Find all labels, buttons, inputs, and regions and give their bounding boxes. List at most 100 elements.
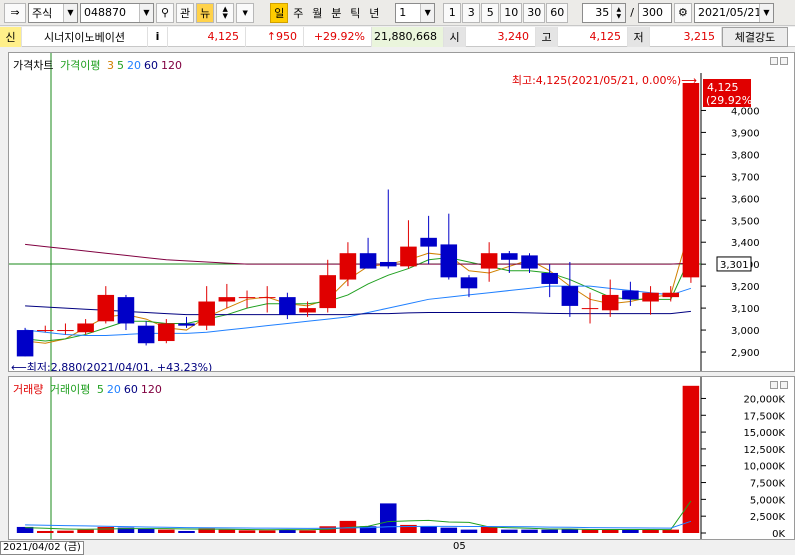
info-icon[interactable]: i [148, 26, 168, 47]
x-axis: 2021/04/02 (금) 05 [0, 540, 795, 555]
unit-select-value: 1 [399, 6, 407, 19]
candle-body [581, 308, 599, 310]
volume-y-tick-label: 20,000K [743, 394, 785, 405]
minute-button-1[interactable]: 1 [443, 2, 462, 23]
volume-bar [501, 529, 518, 533]
legend-volume-ma-20[interactable]: 20 [107, 383, 121, 396]
spinner-icon[interactable]: ▲ ▼ [611, 3, 626, 22]
volume-y-tick-label: 0K [772, 529, 785, 539]
candle-body [642, 292, 659, 302]
candle-body [622, 290, 639, 300]
total-count-input[interactable]: 300 [637, 2, 672, 23]
minute-button-5[interactable]: 5 [481, 2, 500, 23]
legend-volume[interactable]: 거래량 [13, 383, 43, 396]
settings-icon[interactable]: ⚙ [673, 2, 692, 23]
legend-volume-ma-5[interactable]: 5 [97, 383, 104, 396]
cursor-date-label: 2021/04/02 (금) [0, 541, 84, 555]
candle-body [299, 308, 316, 313]
watchlist-button[interactable]: 관 [176, 2, 195, 23]
candle-body [682, 83, 700, 278]
volume-bar [521, 529, 538, 533]
candle-body [400, 246, 417, 267]
stock-info-bar: 신 시너지이노베이션 i 4,125 ↑950 +29.92% 21,880,6… [0, 26, 795, 47]
unit-select[interactable]: 1 ▼ [395, 2, 436, 23]
volume-bar [440, 527, 458, 533]
menu-arrow-button[interactable]: ⇒ [4, 2, 26, 23]
y-tick-label: 3,900 [731, 128, 760, 139]
volume-y-tick-label: 7,500K [750, 479, 786, 490]
period-tab-3[interactable]: 분 [327, 3, 345, 23]
volume-bar [178, 530, 195, 533]
legend-ma-60[interactable]: 60 [144, 59, 158, 72]
y-tick-label: 3,200 [731, 282, 760, 293]
chevron-down-icon: ▼ [758, 3, 773, 22]
strength-button[interactable]: 체결강도 [722, 26, 788, 47]
period-tab-1[interactable]: 주 [289, 3, 307, 23]
price-change: ↑950 [246, 26, 304, 47]
volume-bar [642, 529, 659, 533]
candle-body [77, 323, 94, 333]
period-tab-0[interactable]: 일 [270, 2, 289, 23]
volume-bar [460, 529, 478, 533]
legend-ma-120[interactable]: 120 [161, 59, 182, 72]
volume-y-tick-label: 5,000K [750, 495, 786, 506]
change-rate: +29.92% [304, 26, 372, 47]
volume-bar [158, 529, 175, 533]
legend-ma-20[interactable]: 20 [127, 59, 141, 72]
volume-bar [480, 526, 498, 533]
chevron-down-icon: ▼ [420, 3, 435, 22]
legend-price-chart[interactable]: 가격차트 [13, 59, 53, 72]
minute-tabs: 1 3 5 10 30 60 [443, 2, 569, 23]
minute-button-30[interactable]: 30 [523, 2, 546, 23]
minute-button-10[interactable]: 10 [500, 2, 523, 23]
updown-spinner-icon[interactable]: ▲ ▼ [216, 2, 235, 23]
search-icon[interactable]: ⚲ [156, 2, 174, 23]
period-tab-4[interactable]: 틱 [346, 3, 364, 23]
price-chart-panel[interactable]: 가격차트 가격이평 3 5 20 60 120 4,000 3,900 3,800 3,700… [8, 52, 795, 374]
close-icon[interactable] [780, 57, 788, 65]
volume-bar [299, 530, 316, 533]
stock-code-input[interactable]: 048870 ▼ [80, 2, 154, 23]
candle-body [158, 323, 175, 342]
y-tick-label: 3,600 [731, 194, 760, 205]
price-legend: 가격차트 가격이평 3 5 20 60 120 [13, 57, 188, 73]
minimize-icon[interactable] [770, 381, 778, 389]
open-price: 3,240 [466, 26, 536, 47]
news-button[interactable]: 뉴 [196, 2, 215, 23]
stock-code-value: 048870 [84, 6, 126, 19]
y-tick-label: 2,900 [731, 348, 760, 359]
candle-body [319, 275, 337, 309]
y-tick-label: 3,100 [731, 304, 760, 315]
legend-volume-ma-label[interactable]: 거래이평 [50, 383, 90, 396]
volume-bar [601, 529, 619, 533]
toolbar: ⇒ 주식 ▼ 048870 ▼ ⚲ 관 뉴 ▲ ▼ ▼ 일주월분틱년 1 ▼ 13… [0, 0, 795, 26]
minute-button-60[interactable]: 60 [546, 2, 569, 23]
legend-ma-3[interactable]: 3 [107, 59, 114, 72]
candle-body [339, 253, 357, 280]
price-chart-svg[interactable]: 4,0003,9003,8003,7003,6003,5003,4003,300… [9, 53, 794, 374]
legend-volume-ma-60[interactable]: 60 [124, 383, 138, 396]
period-tab-5[interactable]: 년 [365, 3, 383, 23]
display-count-input[interactable]: 35 ▲ ▼ [582, 2, 627, 23]
period-tab-2[interactable]: 월 [308, 3, 326, 23]
legend-ma-5[interactable]: 5 [117, 59, 124, 72]
legend-volume-ma-120[interactable]: 120 [141, 383, 162, 396]
market-select[interactable]: 주식 ▼ [28, 2, 78, 23]
y-tick-label: 3,700 [731, 172, 760, 183]
volume-chart-svg[interactable]: 20,000K 17,500K 15,000K 12,500K 10,000K 7,500… [9, 377, 794, 540]
candle-body [16, 330, 34, 357]
minute-button-3[interactable]: 3 [462, 2, 481, 23]
volume-chart-panel[interactable]: 거래량 거래이평 5 20 60 120 20,000K 17,500K 15,000K 1… [8, 376, 795, 540]
low-price: 3,215 [650, 26, 722, 47]
close-icon[interactable] [780, 381, 788, 389]
date-select[interactable]: 2021/05/21 ▼ [693, 2, 774, 23]
volume-bar [238, 530, 256, 533]
cursor-price-tag-value: 3,301 [720, 260, 749, 271]
legend-ma-label[interactable]: 가격이평 [60, 59, 100, 72]
high-label: 고 [536, 26, 558, 47]
volume-y-tick-label: 15,000K [743, 428, 785, 439]
minimize-icon[interactable] [770, 57, 778, 65]
volume-y-tick-label: 10,000K [743, 462, 785, 473]
candle-body [379, 261, 397, 267]
dropdown-icon[interactable]: ▼ [236, 2, 255, 23]
